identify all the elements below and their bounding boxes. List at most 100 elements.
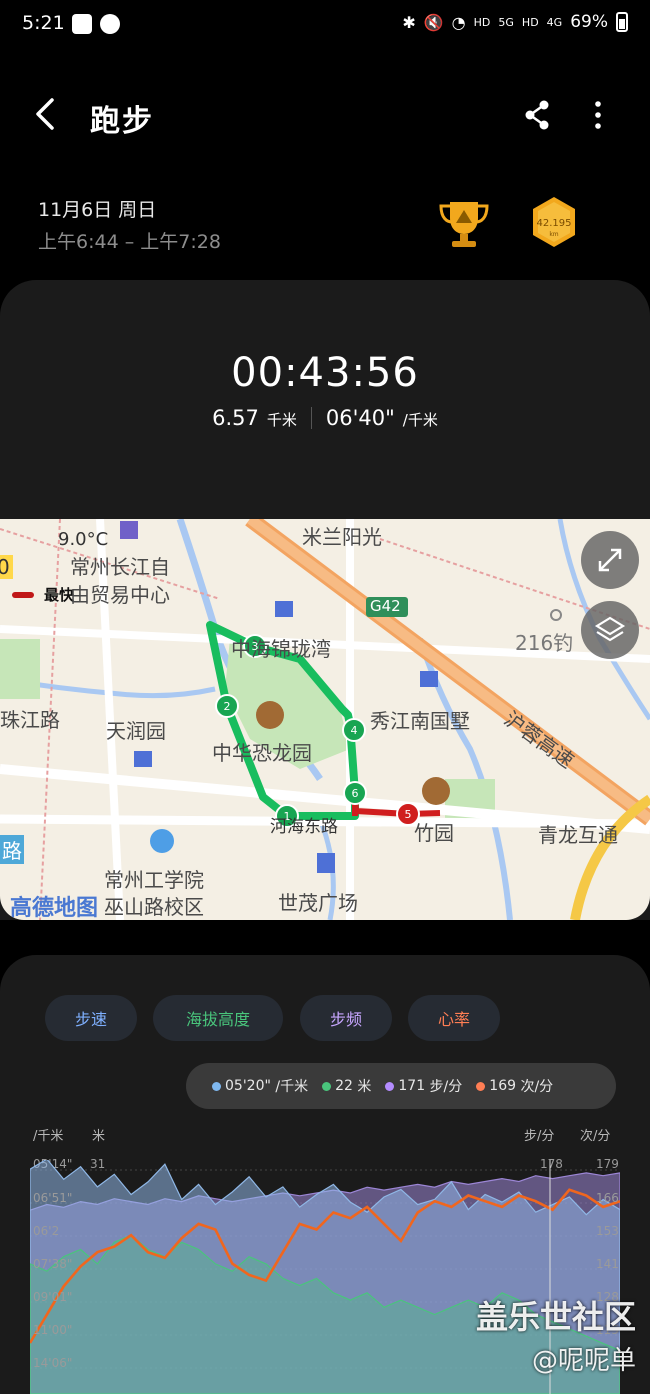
distance-value: 6.57 — [212, 406, 259, 430]
more-vert-icon[interactable] — [588, 98, 608, 132]
battery-icon — [616, 12, 628, 32]
tab-cadence[interactable]: 步频 — [300, 995, 392, 1041]
share-icon[interactable] — [522, 98, 552, 132]
map-label-milan: 米兰阳光 — [302, 525, 382, 549]
tooltip-altitude: 22 米 — [322, 1076, 371, 1096]
tooltip-heart-rate: 169 次/分 — [476, 1076, 553, 1096]
watermark-user: @呢呢单 — [531, 1346, 636, 1376]
map-label-dinosaur: 中华恐龙园 — [212, 741, 312, 765]
tooltip-cadence-value: 171 — [398, 1078, 426, 1094]
heart-rate-dot — [476, 1081, 486, 1091]
page-title: 跑步 — [90, 104, 154, 139]
map-label-shimao: 世茂广场 — [278, 891, 358, 915]
session-date: 11月6日 周日 — [38, 199, 157, 221]
layers-icon — [594, 616, 626, 642]
map-label-zhuyuan: 竹园 — [414, 821, 454, 845]
tab-altitude[interactable]: 海拔高度 — [153, 995, 283, 1041]
tooltip-pace-value: 05'20" — [225, 1078, 271, 1094]
route-map[interactable]: 123456 9.0°C 0 最快 米兰阳光 常州长江自 由贸易中心 中海锦珑湾… — [0, 519, 650, 920]
map-label-diaoyu: 216钓 — [515, 631, 574, 655]
total-duration: 00:43:56 — [231, 350, 419, 396]
tab-altitude-label: 海拔高度 — [185, 1010, 250, 1029]
network-4g: 4G — [546, 15, 563, 29]
tooltip-heart-rate-value: 169 — [489, 1078, 517, 1094]
tick-right-1: 153 — [596, 1224, 619, 1238]
divider — [310, 407, 312, 429]
tooltip-altitude-value: 22 — [335, 1078, 353, 1094]
map-label-changzhou2: 由贸易中心 — [70, 583, 170, 607]
route-marker-label: 5 — [405, 808, 412, 821]
mute-icon: 🔇 — [423, 12, 444, 32]
altitude-dot — [322, 1081, 332, 1091]
tab-heart-rate[interactable]: 心率 — [408, 995, 500, 1041]
map-label-road-left: 路 — [0, 835, 24, 864]
expand-map-button[interactable] — [581, 531, 639, 589]
map-label-hehai: 河海东路 — [270, 817, 338, 837]
pace-dot — [212, 1081, 221, 1091]
tooltip-heart-rate-unit: 次/分 — [520, 1079, 554, 1095]
map-label-gongxue: 常州工学院 — [104, 868, 204, 892]
trophy-icon[interactable] — [436, 196, 492, 252]
pace-unit: /千米 — [402, 411, 438, 429]
chart-tooltip: 05'20" /千米 22 米 171 步/分 169 次/分 — [186, 1063, 616, 1109]
map-layers-button[interactable] — [581, 601, 639, 659]
status-time: 5:21 — [22, 12, 65, 34]
temperature-label: 9.0°C — [58, 529, 109, 550]
tick-left-0: 06'51" — [33, 1191, 73, 1205]
wifi-icon: ◔ — [451, 12, 466, 32]
bluetooth-icon: ✱ — [402, 12, 416, 32]
medal-distance: 42.195 — [537, 218, 572, 229]
battery-percent: 69% — [570, 12, 608, 32]
status-bar: 5:21 ✱ 🔇 ◔ HD 5G HD 4G 69% — [0, 0, 650, 50]
tooltip-cadence: 171 步/分 — [385, 1076, 462, 1096]
tooltip-pace-unit: /千米 — [275, 1079, 309, 1095]
axis-unit-cadence: 步/分 — [524, 1129, 555, 1144]
status-right: ✱ 🔇 ◔ HD 5G HD 4G 69% — [402, 12, 628, 32]
map-label-qinglong: 青龙互通 — [538, 823, 618, 847]
session-time-range: 上午6:44 – 上午7:28 — [38, 231, 221, 253]
pace-value: 06'40" — [325, 406, 395, 430]
map-label-river-road: 珠江路 — [0, 708, 60, 732]
tick-right-2: 141 — [596, 1257, 619, 1271]
tooltip-pace: 05'20" /千米 — [212, 1076, 308, 1096]
cadence-dot — [385, 1081, 395, 1091]
map-edge-number: 0 — [0, 555, 13, 579]
tab-cadence-label: 步频 — [329, 1010, 362, 1029]
distance-unit: 千米 — [266, 411, 297, 429]
axis-unit-altitude: 米 — [92, 1129, 106, 1144]
medal-unit: km — [549, 231, 558, 238]
app-notification-icon — [100, 14, 120, 34]
gallery-notification-icon — [72, 14, 92, 34]
marathon-medal-icon[interactable]: 42.195 km — [528, 194, 580, 250]
network-hd-2: HD — [521, 15, 539, 29]
route-marker-label: 6 — [352, 787, 359, 800]
network-hd-1: HD — [473, 15, 491, 29]
map-label-g42: G42 — [370, 597, 401, 615]
expand-icon — [598, 548, 622, 572]
speed-legend: 最快 — [12, 584, 74, 605]
tick-left-2: 07'38" — [33, 1257, 73, 1271]
tick-left-5: 14'06" — [33, 1356, 73, 1370]
tab-pace[interactable]: 步速 — [45, 995, 137, 1041]
amap-logo: 高德地图 — [10, 896, 99, 920]
tab-pace-label: 步速 — [74, 1010, 107, 1029]
network-5g: 5G — [498, 15, 514, 29]
back-arrow-icon[interactable] — [32, 94, 60, 141]
route-marker-label: 4 — [351, 724, 358, 737]
tick-left-3: 09'01" — [33, 1290, 73, 1304]
map-label-xiujiang: 秀江南国墅 — [370, 709, 470, 733]
tab-heart-rate-label: 心率 — [437, 1010, 470, 1029]
fastest-swatch — [12, 591, 34, 598]
route-marker-label: 2 — [224, 700, 231, 713]
tick-left-4: 11'00" — [33, 1323, 73, 1337]
tick-right-0: 166 — [596, 1191, 619, 1205]
axis-unit-hr: 次/分 — [580, 1129, 611, 1144]
distance-pace-row: 6.57 千米 06'40" /千米 — [0, 406, 650, 430]
tick-left-1: 06'2 — [33, 1224, 60, 1238]
tooltip-altitude-unit: 米 — [357, 1079, 372, 1095]
map-label-campus: 巫山路校区 — [104, 895, 204, 919]
map-label-jinlong: 中海锦珑湾 — [231, 637, 331, 661]
tooltip-cadence-unit: 步/分 — [429, 1079, 463, 1095]
map-label-changzhou: 常州长江自 — [70, 555, 170, 579]
map-label-tianrun: 天润园 — [106, 719, 166, 743]
